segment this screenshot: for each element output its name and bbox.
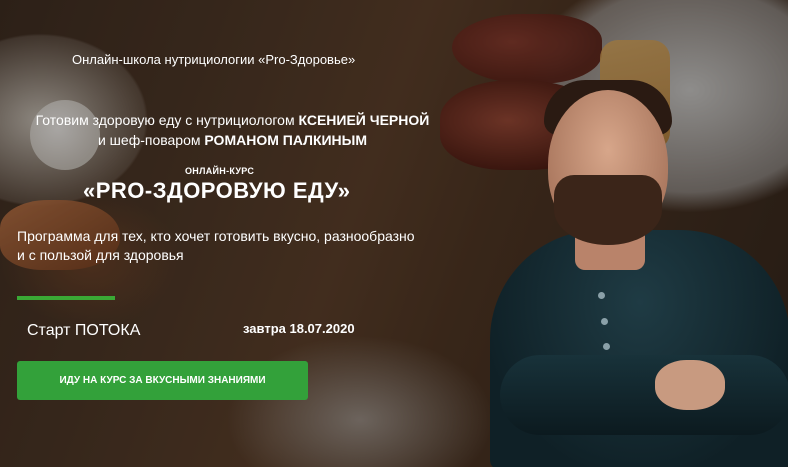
chef-name: РОМАНОМ ПАЛКИНЫМ	[204, 132, 368, 148]
intro-prefix: Готовим здоровую еду с нутрициологом	[35, 112, 299, 128]
course-title: «PRO-ЗДОРОВУЮ ЕДУ»	[83, 178, 351, 203]
intro-text: Готовим здоровую еду с нутрициологом КСЕ…	[0, 110, 465, 150]
description-line-2: и с пользой для здоровья	[17, 247, 184, 263]
start-label: Старт ПОТОКА	[27, 322, 141, 339]
hero-content: Онлайн-школа нутрициологии «Pro-Здоровье…	[0, 0, 788, 467]
start-date: завтра 18.07.2020	[243, 321, 355, 336]
accent-divider	[17, 296, 115, 300]
hero-section: Онлайн-школа нутрициологии «Pro-Здоровье…	[0, 0, 788, 467]
description-line-1: Программа для тех, кто хочет готовить вк…	[17, 228, 415, 244]
course-label: ОНЛАЙН-КУРС	[185, 166, 255, 176]
nutritionist-name: КСЕНИЕЙ ЧЕРНОЙ	[298, 112, 430, 128]
course-description: Программа для тех, кто хочет готовить вк…	[17, 227, 457, 265]
enroll-button[interactable]: ИДУ НА КУРС ЗА ВКУСНЫМИ ЗНАНИЯМИ	[17, 361, 308, 400]
school-name: Онлайн-школа нутрициологии «Pro-Здоровье…	[72, 52, 356, 67]
intro-middle: и шеф-поваром	[97, 132, 205, 148]
intro-line-1: Готовим здоровую еду с нутрициологом КСЕ…	[0, 110, 465, 130]
intro-line-2: и шеф-поваром РОМАНОМ ПАЛКИНЫМ	[0, 130, 465, 150]
